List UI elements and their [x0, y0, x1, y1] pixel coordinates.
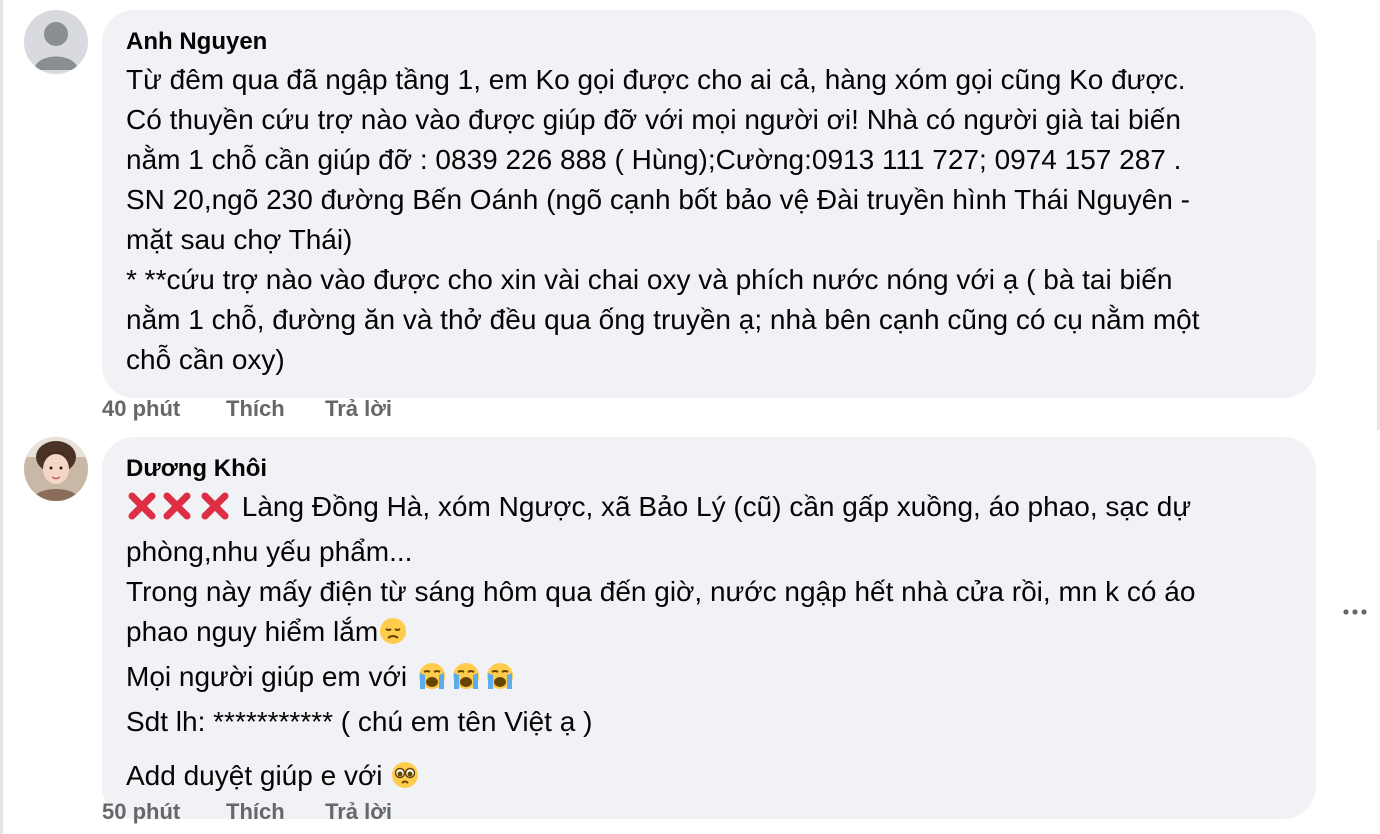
pleading-face-icon [390, 760, 420, 801]
comment-bubble: Dương Khôi Làng Đồng Hà, xóm Ngược, xã B… [102, 437, 1316, 819]
comment-text: phao nguy hiểm lắm [126, 616, 379, 647]
more-options-button[interactable] [1341, 598, 1369, 626]
comment-text-line: mặt sau chợ Thái) [126, 224, 353, 255]
reply-button[interactable]: Trả lời [325, 799, 392, 825]
comment-text: Add duyệt giúp e với [126, 760, 391, 791]
loudly-crying-face-icon [483, 661, 517, 702]
cross-mark-icon [158, 491, 196, 532]
disappointed-face-icon [378, 616, 408, 657]
default-avatar[interactable] [24, 10, 88, 74]
cross-mark-icon [126, 491, 158, 532]
comment-text-line: Sdt lh: *********** ( chú em tên Việt ạ … [126, 706, 593, 737]
comment-text-line: Add duyệt giúp e với [126, 756, 1292, 801]
comment-text-line: phòng,nhu yếu phẩm... [126, 536, 413, 567]
scrollbar-track-left [0, 0, 3, 834]
comment-actions: 50 phút Thích Trả lời [102, 799, 392, 825]
comment-text-line: nằm 1 chỗ, đường ăn và thở đều qua ống t… [126, 304, 1200, 335]
comment-text-line: Trong này mấy điện từ sáng hôm qua đến g… [126, 576, 1196, 607]
comment-text-line: SN 20,ngõ 230 đường Bến Oánh (ngõ cạnh b… [126, 184, 1190, 215]
comment-bubble: Anh Nguyen Từ đêm qua đã ngập tầng 1, em… [102, 10, 1316, 398]
cross-mark-icon [196, 491, 234, 532]
person-silhouette-icon [24, 10, 88, 74]
comment-text-line: Làng Đồng Hà, xóm Ngược, xã Bảo Lý (cũ) … [126, 487, 1292, 532]
avatar-photo-icon [24, 437, 88, 501]
more-horizontal-icon [1343, 609, 1367, 615]
comment-author[interactable]: Dương Khôi [126, 451, 1292, 487]
comment-text-line: nằm 1 chỗ cần giúp đỡ : 0839 226 888 ( H… [126, 144, 1182, 175]
comment-text-line: Mọi người giúp em với [126, 657, 1292, 702]
loudly-crying-face-icon [449, 661, 483, 702]
comment-text: Mọi người giúp em với [126, 661, 415, 692]
comment-text-line: chỗ cần oxy) [126, 344, 285, 375]
comment-timestamp[interactable]: 40 phút [102, 396, 226, 422]
comment-text-line: phao nguy hiểm lắm [126, 612, 1292, 657]
comment-text: Làng Đồng Hà, xóm Ngược, xã Bảo Lý (cũ) … [234, 491, 1192, 522]
like-button[interactable]: Thích [226, 799, 325, 825]
comment-text-line: * **cứu trợ nào vào được cho xin vài cha… [126, 264, 1173, 295]
comment-actions: 40 phút Thích Trả lời [102, 396, 392, 422]
comment-timestamp[interactable]: 50 phút [102, 799, 226, 825]
like-button[interactable]: Thích [226, 396, 325, 422]
comment-text-line: Có thuyền cứu trợ nào vào được giúp đỡ v… [126, 104, 1181, 135]
comment-text-line: Từ đêm qua đã ngập tầng 1, em Ko gọi đượ… [126, 64, 1186, 95]
loudly-crying-face-icon [415, 661, 449, 702]
comment-author[interactable]: Anh Nguyen [126, 24, 1292, 60]
user-avatar-photo[interactable] [24, 437, 88, 501]
reply-button[interactable]: Trả lời [325, 396, 392, 422]
